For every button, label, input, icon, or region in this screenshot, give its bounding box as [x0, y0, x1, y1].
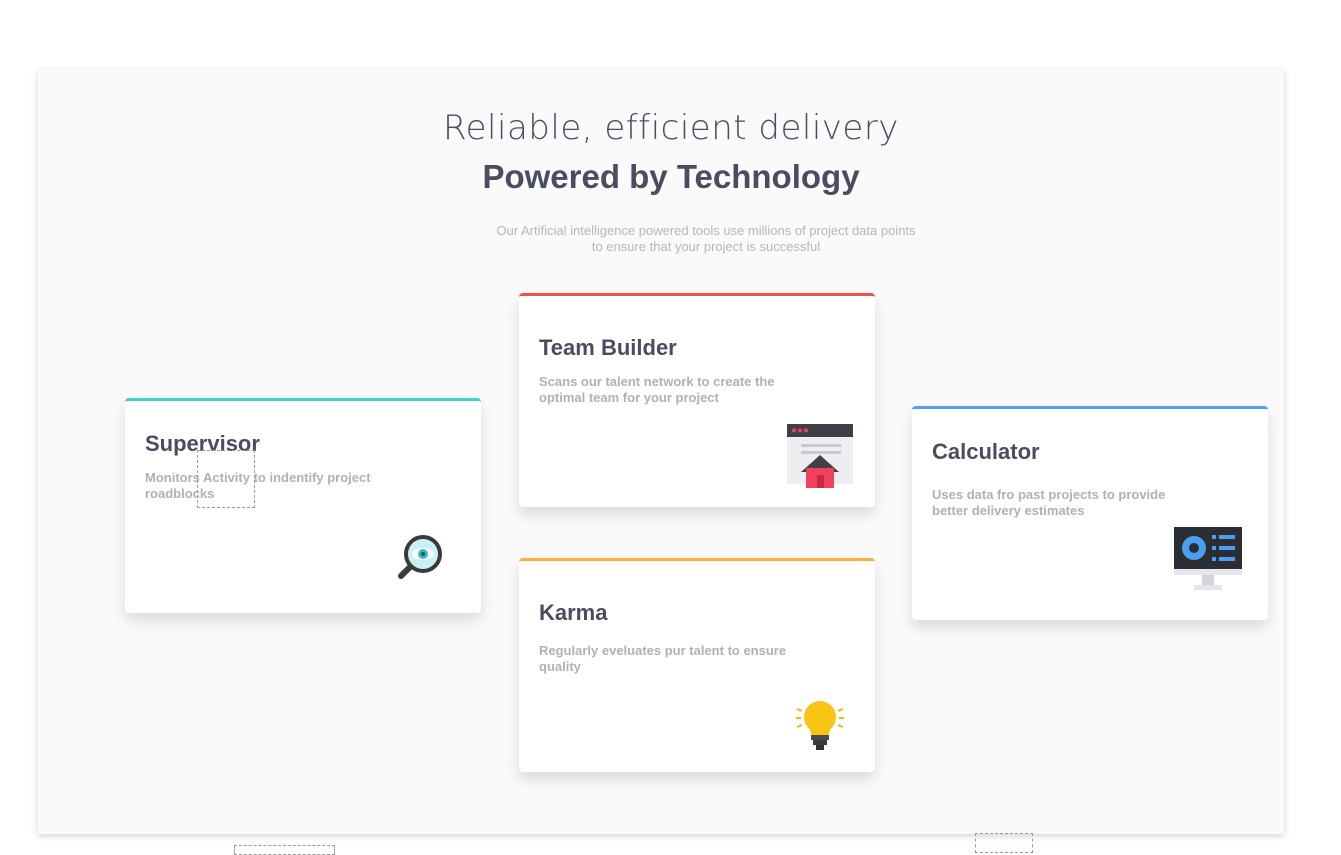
- card-title: Karma: [539, 600, 608, 625]
- card-team-builder: Team Builder Scans our talent network to…: [519, 293, 875, 507]
- section-subtitle: Our Artificial intelligence powered tool…: [496, 223, 916, 254]
- card-description: Scans our talent network to create the o…: [539, 374, 775, 405]
- card-calculator: Calculator Uses data fro past projects t…: [912, 406, 1268, 620]
- lightbulb-icon: [795, 699, 845, 756]
- browser-house-icon: [787, 422, 853, 493]
- card-karma: Karma Regularly eveluates pur talent to …: [519, 558, 875, 772]
- card-title: Calculator: [932, 439, 1040, 464]
- selection-overlay: [234, 845, 335, 855]
- heading-bold: Powered by Technology: [482, 158, 860, 195]
- heading-light: Reliable, efficient delivery: [443, 108, 899, 148]
- card-description: Uses data fro past projects to provide b…: [932, 487, 1166, 518]
- card-supervisor: Supervisor Monitors Activity to indentif…: [125, 398, 481, 613]
- selection-overlay: [197, 450, 255, 508]
- selection-overlay: [975, 833, 1033, 853]
- card-description: Regularly eveluates pur talent to ensure…: [539, 643, 787, 674]
- card-description: Monitors Activity to indentify project r…: [145, 470, 371, 501]
- magnifier-eye-icon: [395, 532, 445, 587]
- monitor-chart-icon: [1174, 527, 1242, 600]
- card-title: Team Builder: [539, 335, 677, 360]
